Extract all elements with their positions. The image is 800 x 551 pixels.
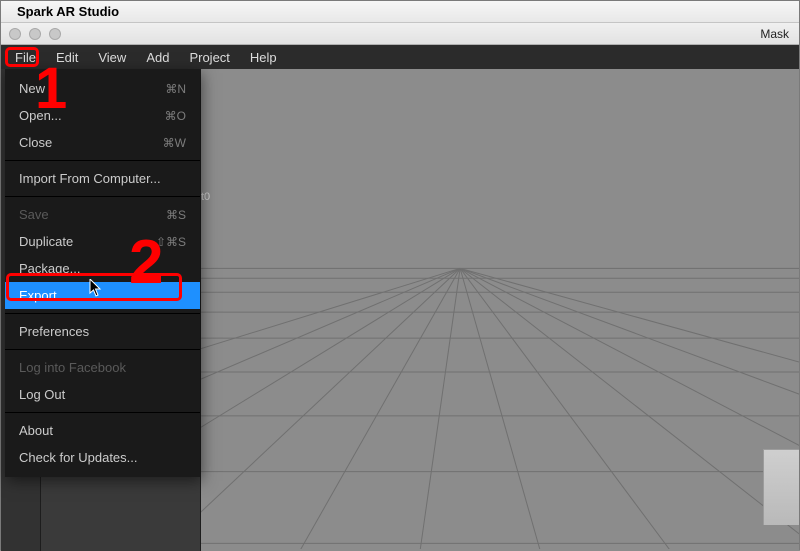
menu-item-label: About — [19, 423, 53, 438]
document-title: Mask — [760, 27, 789, 41]
menu-item-package[interactable]: Package... — [5, 255, 200, 282]
menu-separator — [5, 196, 200, 197]
menu-item-label: Preferences — [19, 324, 89, 339]
menu-item-shortcut: ⌘N — [165, 82, 186, 96]
menu-item-preferences[interactable]: Preferences — [5, 318, 200, 345]
viewport-3d[interactable] — [201, 69, 799, 551]
menu-item-label: Import From Computer... — [19, 171, 161, 186]
menu-item-shortcut: ⌘O — [165, 109, 186, 123]
window-zoom-icon[interactable] — [49, 28, 61, 40]
menu-item-label: New — [19, 81, 45, 96]
app-name: Spark AR Studio — [17, 4, 119, 19]
menu-edit[interactable]: Edit — [46, 47, 88, 68]
menu-item-duplicate[interactable]: Duplicate ⇧⌘S — [5, 228, 200, 255]
menu-separator — [5, 349, 200, 350]
menu-item-shortcut: ⇧⌘S — [156, 235, 186, 249]
menu-item-shortcut: ⌘S — [166, 208, 186, 222]
menu-item-save: Save ⌘S — [5, 201, 200, 228]
menu-item-label: Log Out — [19, 387, 65, 402]
menu-item-label: Open... — [19, 108, 62, 123]
menu-file[interactable]: File — [5, 47, 46, 68]
menu-item-about[interactable]: About — [5, 417, 200, 444]
menu-item-label: Duplicate — [19, 234, 73, 249]
menu-separator — [5, 313, 200, 314]
app-menu-bar: File Edit View Add Project Help — [1, 45, 799, 69]
menu-view[interactable]: View — [88, 47, 136, 68]
menu-item-close[interactable]: Close ⌘W — [5, 129, 200, 156]
menu-item-label: Save — [19, 207, 49, 222]
menu-item-export[interactable]: Export... — [5, 282, 200, 309]
menu-help[interactable]: Help — [240, 47, 287, 68]
menu-item-label: Check for Updates... — [19, 450, 138, 465]
grid-floor-icon — [201, 69, 799, 549]
menu-item-label: Export... — [19, 288, 67, 303]
menu-item-label: Close — [19, 135, 52, 150]
menu-item-logout[interactable]: Log Out — [5, 381, 200, 408]
menu-separator — [5, 160, 200, 161]
menu-item-shortcut: ⌘W — [163, 136, 186, 150]
menu-separator — [5, 412, 200, 413]
menu-item-label: Log into Facebook — [19, 360, 126, 375]
menu-item-login-facebook: Log into Facebook — [5, 354, 200, 381]
window-close-icon[interactable] — [9, 28, 21, 40]
menu-add[interactable]: Add — [136, 47, 179, 68]
menu-item-new[interactable]: New ⌘N — [5, 75, 200, 102]
menu-item-import[interactable]: Import From Computer... — [5, 165, 200, 192]
menu-item-label: Package... — [19, 261, 80, 276]
menu-item-check-updates[interactable]: Check for Updates... — [5, 444, 200, 471]
mac-menu-bar: Spark AR Studio — [1, 1, 799, 23]
window-titlebar: Mask — [1, 23, 799, 45]
file-menu-dropdown: New ⌘N Open... ⌘O Close ⌘W Import From C… — [5, 69, 200, 477]
viewport-object-cube — [763, 449, 799, 525]
menu-item-open[interactable]: Open... ⌘O — [5, 102, 200, 129]
menu-project[interactable]: Project — [179, 47, 239, 68]
window-minimize-icon[interactable] — [29, 28, 41, 40]
